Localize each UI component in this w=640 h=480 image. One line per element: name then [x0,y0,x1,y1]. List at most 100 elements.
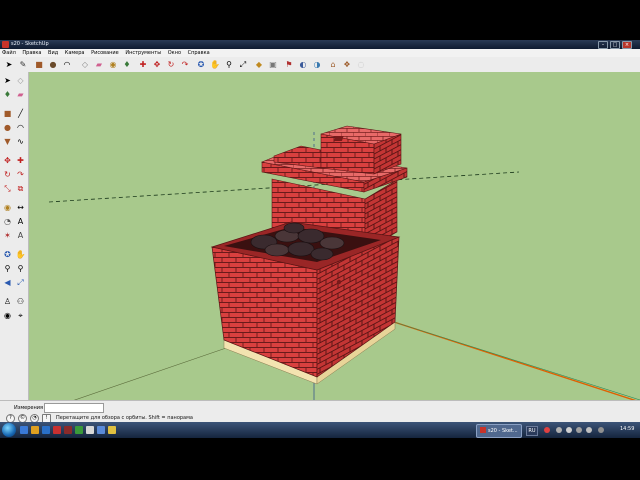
arc-icon[interactable]: ◠ [15,122,26,133]
app2-quick-icon[interactable] [97,426,105,434]
pan-icon[interactable]: ✋ [15,249,26,260]
move-icon[interactable]: ✥ [2,155,13,166]
move-icon[interactable]: ✥ [152,60,162,70]
menu-camera[interactable]: Камера [65,49,85,57]
polygon-icon[interactable]: ▼ [2,136,13,147]
paint-bucket-icon[interactable]: ♦ [2,89,13,100]
menu-help[interactable]: Справка [188,49,210,57]
rectangle-icon[interactable]: ■ [2,108,13,119]
look-around-icon[interactable]: ◑ [312,60,322,70]
menu-view[interactable]: Вид [48,49,58,57]
app3-quick-icon[interactable] [108,426,116,434]
tray-icon-1[interactable] [556,427,562,433]
tray-icon-3[interactable] [598,427,604,433]
menu-window[interactable]: Окно [168,49,181,57]
volume-icon[interactable] [586,427,592,433]
previous-view-icon[interactable]: ◀ [2,277,13,288]
rotate-icon[interactable]: ↻ [2,169,13,180]
tray-icon-2[interactable] [566,427,572,433]
arc-icon[interactable]: ◠ [62,60,72,70]
follow-me-icon[interactable]: ↷ [180,60,190,70]
minimize-button[interactable]: – [598,41,608,49]
window-title: s20 - SketchUp [11,41,49,47]
menu-tools[interactable]: Инструменты [125,49,161,57]
close-button[interactable]: × [622,41,632,49]
title-bar: s20 - SketchUp – □ × [0,40,640,49]
position-camera-icon[interactable]: ♙ [2,296,13,307]
zoom-extents-icon[interactable]: ⤢ [238,60,248,70]
axes-icon[interactable]: ⚑ [284,60,294,70]
protractor-icon[interactable]: ◔ [2,216,13,227]
measurements-label: Измерения [14,405,44,411]
eraser-icon[interactable]: ▰ [94,60,104,70]
section-icon[interactable]: ▣ [268,60,278,70]
zoom-icon[interactable]: ⚲ [224,60,234,70]
sketchup-window: s20 - SketchUp – □ × Файл Правка Вид Кам… [0,40,640,438]
zoom-window-icon[interactable]: ⚲ [15,263,26,274]
text-icon[interactable]: A [15,216,26,227]
task-label: s20 - Sket... [488,428,518,434]
media-icon[interactable] [53,426,61,434]
status-bar: Измерения ? © ◔ ! Перетащите для обзора … [0,400,640,423]
app-quick-icon[interactable] [75,426,83,434]
shape-icon[interactable]: ◇ [80,60,90,70]
axes-icon[interactable]: ✶ [2,230,13,241]
follow-me-icon[interactable]: ↷ [15,169,26,180]
main-toolbar: ➤ ✎ ■ ● ◠ ◇ ▰ ◉ ♦ ✚ ✥ ↻ ↷ ✪ ✋ ⚲ ⤢ ◆ ▣ ⚑ … [0,57,640,73]
language-indicator[interactable]: RU [526,426,538,436]
pan-icon[interactable]: ✋ [210,60,220,70]
share-icon[interactable]: ❖ [342,60,352,70]
offset-icon[interactable]: ⧉ [15,183,26,194]
circle-icon[interactable]: ● [2,122,13,133]
scale-icon[interactable]: ⤡ [2,183,13,194]
explorer-icon[interactable] [31,426,39,434]
look-around-icon[interactable]: ◉ [2,310,13,321]
box-icon[interactable]: ■ [34,60,44,70]
tape-measure-icon[interactable]: ◉ [2,202,13,213]
warehouse-icon[interactable]: ⌂ [328,60,338,70]
folder-quick-icon[interactable] [86,426,94,434]
start-button[interactable] [2,423,16,437]
orbit-icon[interactable]: ✪ [2,249,13,260]
disabled-tool-icon: ◌ [357,60,365,69]
drawing-viewport[interactable] [29,72,640,400]
tray-app-icon[interactable] [544,427,550,433]
tape-measure-icon[interactable]: ◉ [108,60,118,70]
select-icon[interactable]: ➤ [2,75,13,86]
walk-icon[interactable]: ◐ [298,60,308,70]
zoom-icon[interactable]: ⚲ [2,263,13,274]
walk-icon[interactable]: ⚇ [15,296,26,307]
push-pull-icon[interactable]: ✚ [15,155,26,166]
menu-edit[interactable]: Правка [22,49,41,57]
freehand-icon[interactable]: ∿ [15,136,26,147]
orbit-icon[interactable]: ✪ [196,60,206,70]
paint-bucket-icon[interactable]: ♦ [122,60,132,70]
sketchup-quick-icon[interactable] [64,426,72,434]
3d-text-icon[interactable]: A [15,230,26,241]
line-icon[interactable]: ╱ [15,108,26,119]
sketchup-app-icon [2,41,9,48]
pencil-icon[interactable]: ✎ [18,60,28,70]
maximize-button[interactable]: □ [610,41,620,49]
measurements-input[interactable] [44,403,104,413]
rotate-icon[interactable]: ↻ [166,60,176,70]
push-pull-icon[interactable]: ✚ [138,60,148,70]
network-icon[interactable] [576,427,582,433]
status-hint: Перетащите для обзора с орбиты. Shift = … [56,415,193,421]
menu-file[interactable]: Файл [2,49,16,57]
select-arrow-icon[interactable]: ➤ [4,60,14,70]
clock: 14:59 [620,426,635,432]
menu-draw[interactable]: Рисование [91,49,119,57]
door-handle [336,279,342,285]
browser-icon[interactable] [42,426,50,434]
components-icon[interactable]: ◆ [254,60,264,70]
taskbar-sketchup-button[interactable]: s20 - Sket... [476,424,522,438]
circle-icon[interactable]: ● [48,60,58,70]
dimension-icon[interactable]: ↔ [15,202,26,213]
make-component-icon[interactable]: ◇ [15,75,26,86]
section-plane-icon[interactable]: ⌖ [15,310,26,321]
zoom-extents-icon[interactable]: ⤢ [15,277,26,288]
eraser-icon[interactable]: ▰ [15,89,26,100]
left-tool-palette: ➤ ◇ ♦ ▰ ■ ╱ ● ◠ ▼ ∿ ✥ ✚ ↻ ↷ ⤡ ⧉ ◉ ↔ ◔ A … [0,72,29,400]
show-desktop-icon[interactable] [20,426,28,434]
